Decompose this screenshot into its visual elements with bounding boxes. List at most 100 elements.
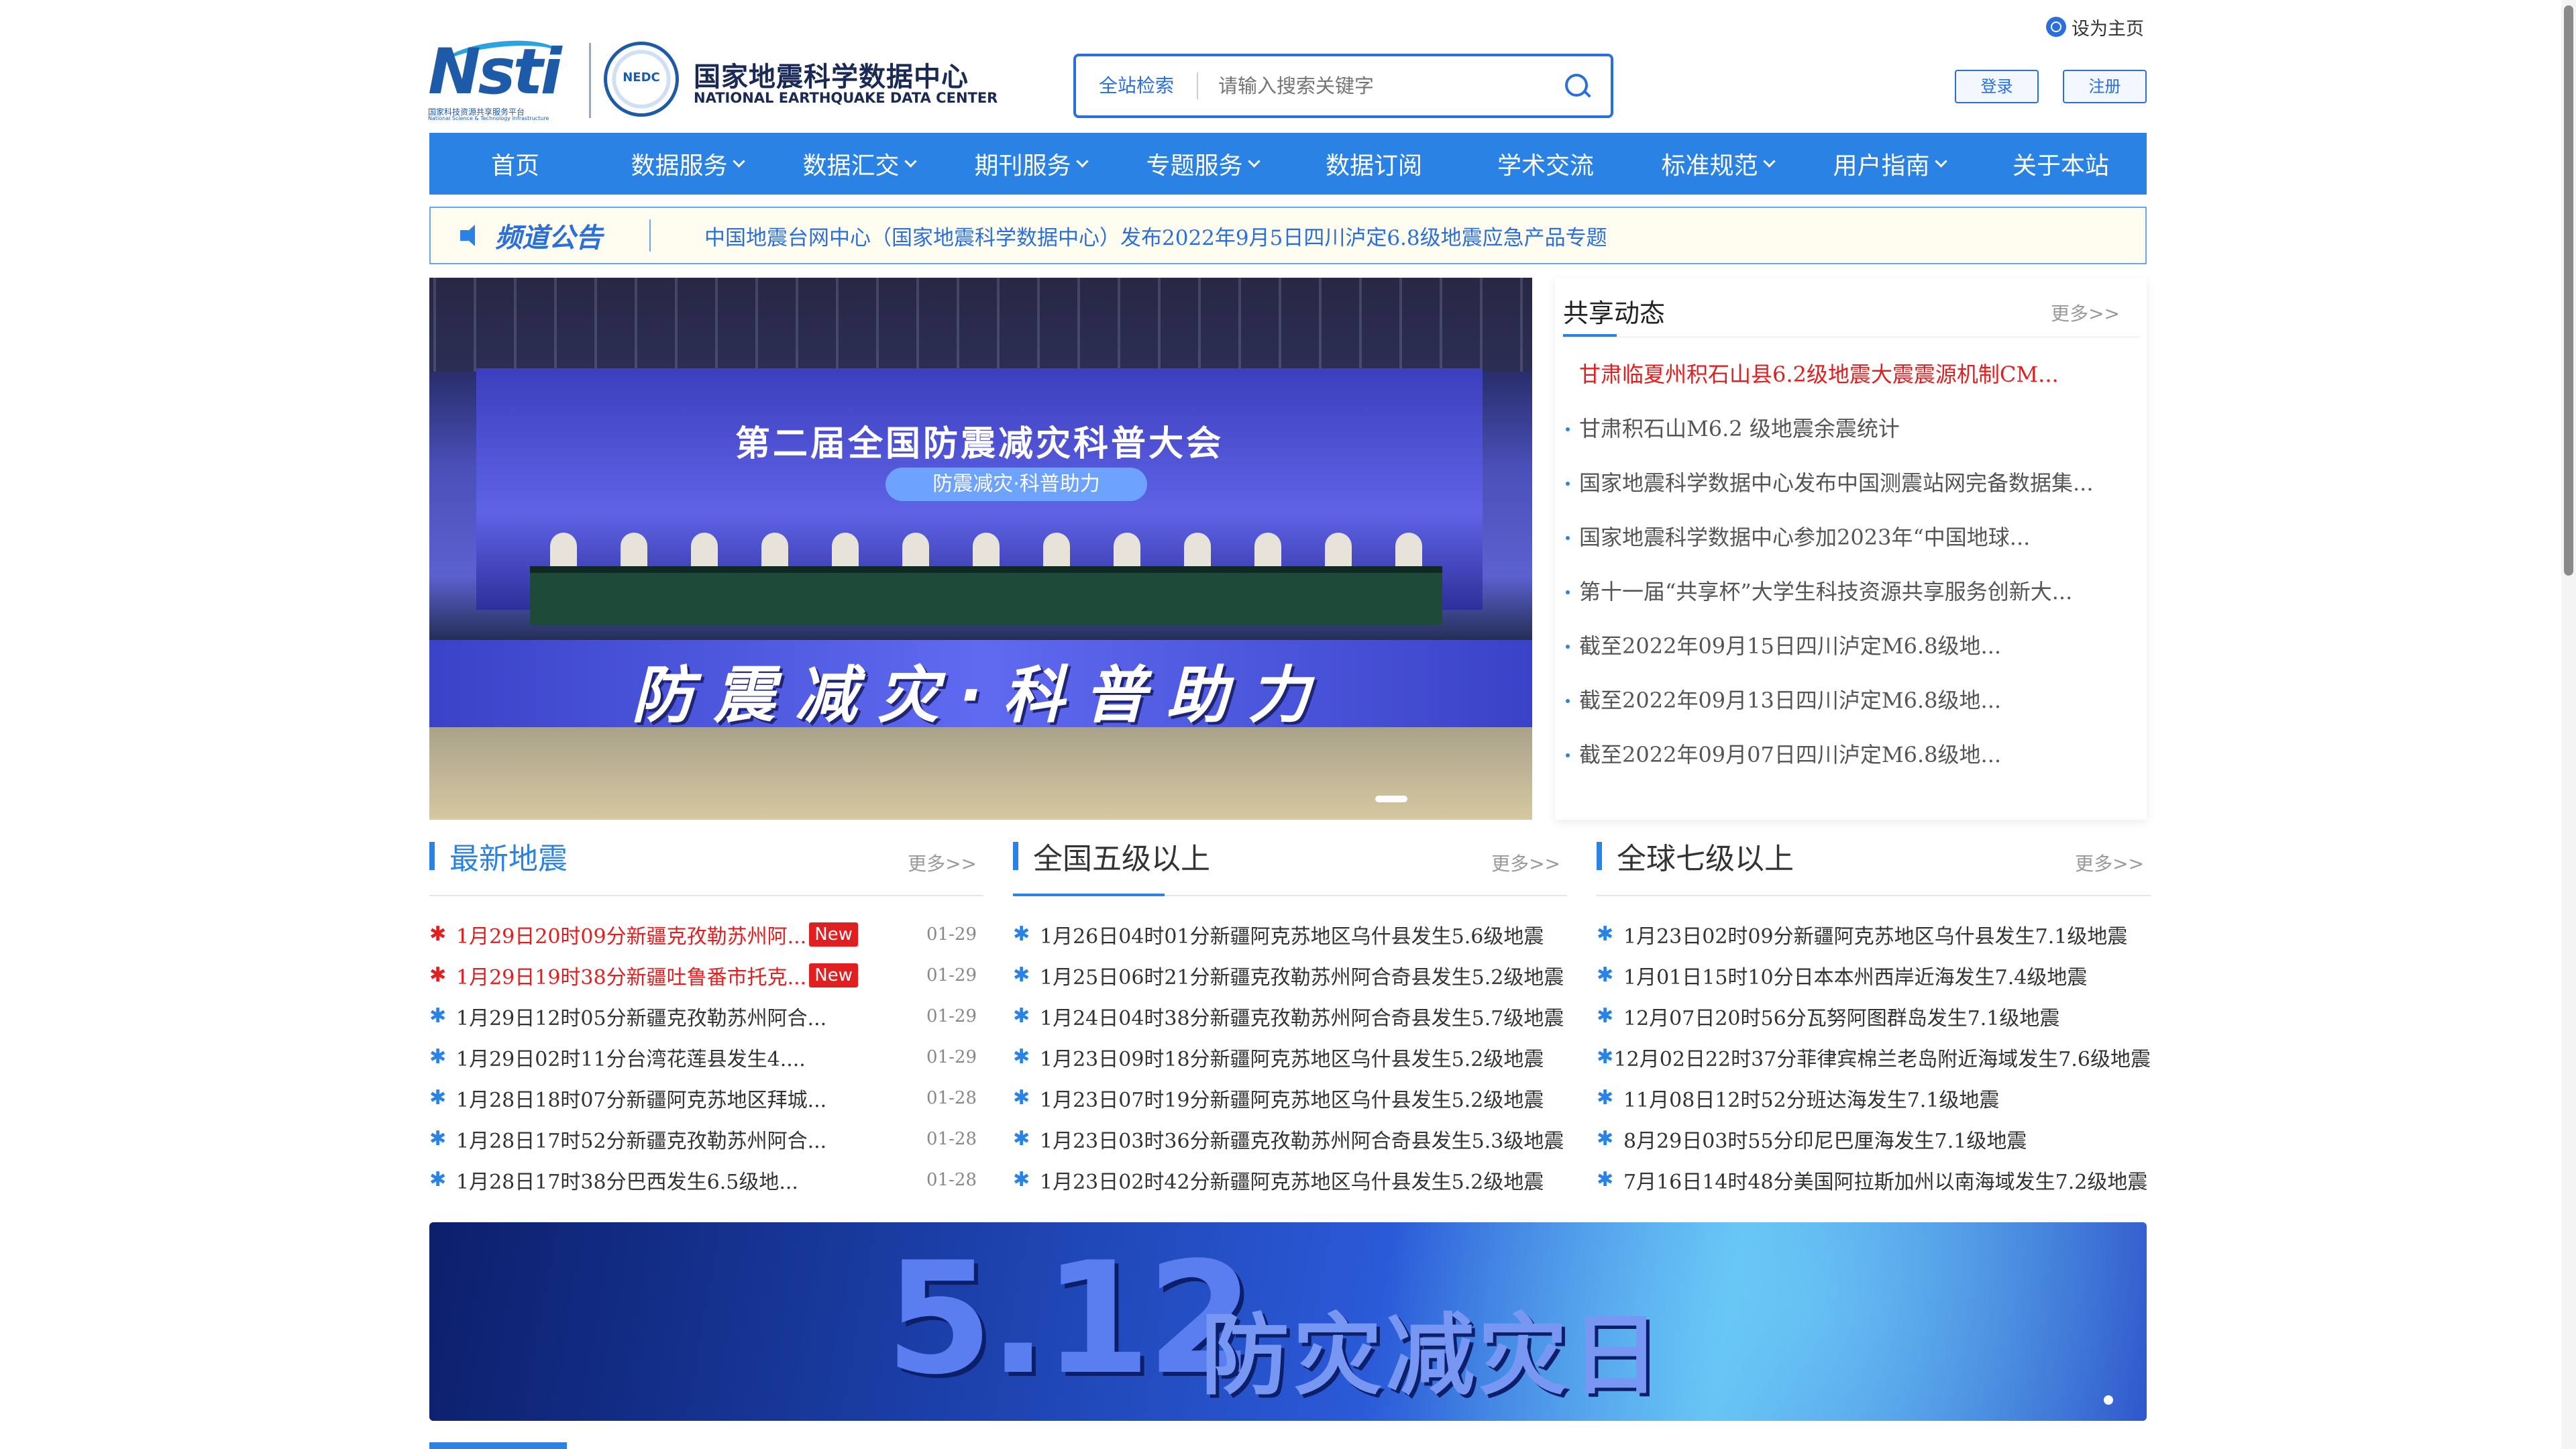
quake-date: 01-29 xyxy=(926,924,977,945)
asterisk-icon: ✱ xyxy=(429,922,447,946)
share-news-item[interactable]: 截至2022年09月13日四川泸定M6.8级地... xyxy=(1563,684,2127,739)
notice-link[interactable]: 中国地震台网中心（国家地震科学数据中心）发布2022年9月5日四川泸定6.8级地… xyxy=(704,221,1607,251)
list-item[interactable]: ✱ 1月24日04时38分新疆克孜勒苏州阿合奇县发生5.7级地震 xyxy=(1013,996,1567,1036)
share-news-item[interactable]: 截至2022年09月07日四川泸定M6.8级地... xyxy=(1563,739,2127,793)
page-scrollbar[interactable] xyxy=(2561,0,2576,1449)
list-item[interactable]: ✱ 1月29日12时05分新疆克孜勒苏州阿合... 01-29 xyxy=(429,996,983,1036)
nav-item-journal-service[interactable]: 期刊服务 xyxy=(945,133,1116,195)
bullet-icon xyxy=(1566,590,1570,594)
share-more-link[interactable]: 更多>> xyxy=(2051,299,2120,326)
share-news-item[interactable]: 第十一届“共享杯”大学生科技资源共享服务创新大... xyxy=(1563,576,2127,630)
list-item[interactable]: ✱ 7月16日14时48分美国阿拉斯加州以南海域发生7.2级地震 xyxy=(1597,1159,2151,1200)
list-item[interactable]: ✱ 1月29日20时09分新疆克孜勒苏州阿... New 01-29 xyxy=(429,914,983,955)
nav-item-label: 关于本站 xyxy=(2012,152,2109,180)
list-item[interactable]: ✱ 1月23日02时42分新疆阿克苏地区乌什县发生5.2级地震 xyxy=(1013,1159,1567,1200)
quake-text: 1月26日04时01分新疆阿克苏地区乌什县发生5.6级地震 xyxy=(1040,924,1544,949)
nav-item-label: 首页 xyxy=(490,152,539,180)
search-scope-label[interactable]: 全站检索 xyxy=(1076,72,1198,99)
asterisk-icon: ✱ xyxy=(429,1127,447,1150)
nsti-logo-text: Nsti xyxy=(428,36,562,109)
share-news-list: 甘肃临夏州积石山县6.2级地震大震震源机制CM... 甘肃积石山M6.2 级地震… xyxy=(1563,358,2127,793)
latest-more-link[interactable]: 更多>> xyxy=(908,849,977,876)
nav-item-academic[interactable]: 学术交流 xyxy=(1460,133,1631,195)
nav-item-user-guide[interactable]: 用户指南 xyxy=(1803,133,1975,195)
set-homepage-link[interactable]: 设为主页 xyxy=(2046,12,2144,42)
asterisk-icon: ✱ xyxy=(1013,922,1030,946)
nav-item-label: 期刊服务 xyxy=(974,152,1071,180)
carousel-indicator-active[interactable] xyxy=(1375,796,1407,802)
list-item[interactable]: ✱ 1月28日17时52分新疆克孜勒苏州阿合... 01-28 xyxy=(429,1118,983,1159)
nav-item-label: 专题服务 xyxy=(1146,152,1243,180)
nav-item-label: 学术交流 xyxy=(1497,152,1594,180)
hero-carousel[interactable]: 第二届全国防震减灾科普大会 防震减灾·科普助力 防震减灾·科普助力 xyxy=(429,278,1532,820)
nsti-subtitle-en: National Science & Technology Infrastruc… xyxy=(428,115,549,121)
list-item[interactable]: ✱ 1月29日02时11分台湾花莲县发生4.... 01-29 xyxy=(429,1036,983,1077)
global-list: ✱ 1月23日02时09分新疆阿克苏地区乌什县发生7.1级地震 ✱ 1月01日15时… xyxy=(1597,914,2151,1200)
notice-title: 频道公告 xyxy=(495,223,602,254)
register-button[interactable]: 注册 xyxy=(2063,70,2147,103)
main-nav: 首页 数据服务 数据汇交 期刊服务 专题服务 数据订阅 学术交流 标准规范 用户… xyxy=(429,133,2147,195)
nav-item-data-submission[interactable]: 数据汇交 xyxy=(773,133,945,195)
nav-item-label: 数据服务 xyxy=(631,152,728,180)
share-news-item[interactable]: 截至2022年09月15日四川泸定M6.8级地... xyxy=(1563,630,2127,684)
list-item[interactable]: ✱ 1月01日15时10分日本本州西岸近海发生7.4级地震 xyxy=(1597,955,2151,996)
list-item[interactable]: ✱ 1月28日17时38分巴西发生6.5级地... 01-28 xyxy=(429,1159,983,1200)
list-item[interactable]: ✱ 12月02日22时37分菲律宾棉兰老岛附近海域发生7.6级地震 xyxy=(1597,1036,2151,1077)
nav-item-label: 用户指南 xyxy=(1833,152,1930,180)
asterisk-icon: ✱ xyxy=(1013,963,1030,987)
list-item[interactable]: ✱ 1月23日03时36分新疆克孜勒苏州阿合奇县发生5.3级地震 xyxy=(1013,1118,1567,1159)
list-item[interactable]: ✱ 1月23日02时09分新疆阿克苏地区乌什县发生7.1级地震 xyxy=(1597,914,2151,955)
login-button[interactable]: 登录 xyxy=(1955,70,2039,103)
quake-date: 01-28 xyxy=(926,1169,977,1190)
nav-item-about[interactable]: 关于本站 xyxy=(1975,133,2147,195)
nav-item-home[interactable]: 首页 xyxy=(429,133,601,195)
carousel-indicator-active[interactable] xyxy=(2104,1395,2113,1405)
nav-item-topic-service[interactable]: 专题服务 xyxy=(1116,133,1288,195)
banner-title-text: 防灾减灾日 xyxy=(1201,1304,1664,1407)
asterisk-icon: ✱ xyxy=(1013,1127,1030,1150)
quake-text: 12月07日20时56分瓦努阿图群岛发生7.1级地震 xyxy=(1623,1006,2060,1030)
search-input[interactable] xyxy=(1198,74,1564,98)
quake-text: 1月25日06时21分新疆克孜勒苏州阿合奇县发生5.2级地震 xyxy=(1040,965,1564,989)
new-badge: New xyxy=(809,963,858,987)
nav-item-data-subscription[interactable]: 数据订阅 xyxy=(1288,133,1460,195)
site-logo[interactable]: Nsti 国家科技资源共享服务平台 National Science & Tec… xyxy=(428,35,998,121)
quake-text: 1月23日03时36分新疆克孜勒苏州阿合奇县发生5.3级地震 xyxy=(1040,1129,1564,1153)
asterisk-icon: ✱ xyxy=(429,1045,447,1069)
list-item[interactable]: ✱ 8月29日03时55分印尼巴厘海发生7.1级地震 xyxy=(1597,1118,2151,1159)
share-news-item[interactable]: 国家地震科学数据中心参加2023年“中国地球... xyxy=(1563,521,2127,576)
global-more-link[interactable]: 更多>> xyxy=(2075,849,2144,876)
list-item[interactable]: ✱ 1月23日09时18分新疆阿克苏地区乌什县发生5.2级地震 xyxy=(1013,1036,1567,1077)
quake-text: 1月28日17时52分新疆克孜勒苏州阿合... xyxy=(456,1129,827,1153)
list-item[interactable]: ✱ 1月28日18时07分新疆阿克苏地区拜城... 01-28 xyxy=(429,1077,983,1118)
quake-date: 01-29 xyxy=(926,1046,977,1067)
banner-date-text: 5.12 xyxy=(885,1230,1254,1409)
search-icon[interactable] xyxy=(1564,72,1591,99)
list-item[interactable]: ✱ 1月26日04时01分新疆阿克苏地区乌什县发生5.6级地震 xyxy=(1013,914,1567,955)
chevron-down-icon xyxy=(1762,154,1776,168)
quake-text: 12月02日22时37分菲律宾棉兰老岛附近海域发生7.6级地震 xyxy=(1613,1047,2151,1071)
disaster-day-banner[interactable]: 5.12 防灾减灾日 xyxy=(429,1222,2147,1421)
quake-date: 01-29 xyxy=(926,965,977,985)
share-news-item[interactable]: 甘肃积石山M6.2 级地震余震统计 xyxy=(1563,413,2127,467)
list-item[interactable]: ✱ 1月25日06时21分新疆克孜勒苏州阿合奇县发生5.2级地震 xyxy=(1013,955,1567,996)
list-item[interactable]: ✱ 11月08日12时52分班达海发生7.1级地震 xyxy=(1597,1077,2151,1118)
scrollbar-thumb[interactable] xyxy=(2564,5,2573,576)
share-news-text: 甘肃积石山M6.2 级地震余震统计 xyxy=(1579,416,1900,441)
list-item[interactable]: ✱ 1月23日07时19分新疆阿克苏地区乌什县发生5.2级地震 xyxy=(1013,1077,1567,1118)
quake-text: 1月23日07时19分新疆阿克苏地区乌什县发生5.2级地震 xyxy=(1040,1088,1544,1112)
national-more-link[interactable]: 更多>> xyxy=(1491,849,1560,876)
share-news-item[interactable]: 甘肃临夏州积石山县6.2级地震大震震源机制CM... xyxy=(1563,358,2127,413)
section-title-underline xyxy=(1013,894,1165,896)
national-title: 全国五级以上 xyxy=(1033,842,1210,876)
list-item[interactable]: ✱ 12月07日20时56分瓦努阿图群岛发生7.1级地震 xyxy=(1597,996,2151,1036)
share-news-item[interactable]: 国家地震科学数据中心发布中国测震站网完备数据集... xyxy=(1563,467,2127,521)
list-item[interactable]: ✱ 1月29日19时38分新疆吐鲁番市托克... New 01-29 xyxy=(429,955,983,996)
nav-item-data-service[interactable]: 数据服务 xyxy=(601,133,773,195)
channel-notice-bar: 频道公告 中国地震台网中心（国家地震科学数据中心）发布2022年9月5日四川泸定… xyxy=(429,207,2147,264)
nav-item-standards[interactable]: 标准规范 xyxy=(1631,133,1803,195)
share-news-text: 截至2022年09月13日四川泸定M6.8级地... xyxy=(1579,688,2002,713)
share-news-text: 国家地震科学数据中心参加2023年“中国地球... xyxy=(1579,525,2031,550)
nedc-seal-icon: NEDC xyxy=(604,42,679,117)
quake-text: 1月01日15时10分日本本州西岸近海发生7.4级地震 xyxy=(1623,965,2088,989)
